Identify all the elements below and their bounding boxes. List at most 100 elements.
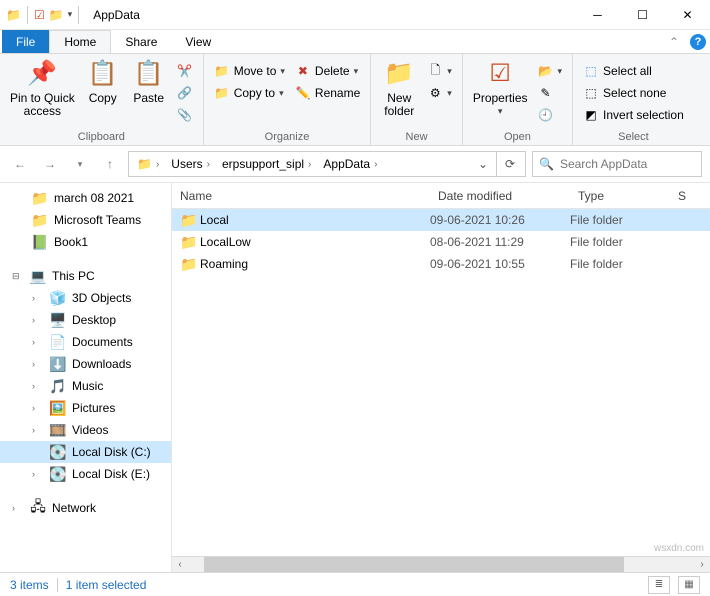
breadcrumb-root[interactable]: 📁› [131,152,165,176]
maximize-button[interactable]: ☐ [620,0,665,30]
properties-icon: ☑ [484,58,516,90]
file-row[interactable]: 📁 Local 09-06-2021 10:26 File folder [172,209,710,231]
search-input[interactable]: 🔍 Search AppData [532,151,702,177]
copy-to-button[interactable]: 📁Copy to▾ [210,82,289,104]
select-none-button[interactable]: ⬚Select none [579,82,688,104]
navigation-pane[interactable]: 📁march 08 2021📁Microsoft Teams📗Book1 ⊟💻T… [0,183,172,572]
nav-pc-item[interactable]: ›🎵Music [0,375,171,397]
select-all-button[interactable]: ⬚Select all [579,60,688,82]
edit-button[interactable]: ✎ [534,82,567,104]
nav-pc-item[interactable]: ›💽Local Disk (E:) [0,463,171,485]
delete-button[interactable]: ✖Delete▾ [291,60,364,82]
folder-icon: 📁 [172,256,192,273]
details-view-button[interactable]: ≣ [648,576,670,594]
copy-path-button[interactable]: 🔗 [173,82,197,104]
pin-icon: 📌 [26,58,58,90]
tab-view[interactable]: View [171,30,225,53]
file-row[interactable]: 📁 Roaming 09-06-2021 10:55 File folder [172,253,710,275]
history-button[interactable]: 🕘 [534,104,567,126]
open-button[interactable]: 📂▾ [534,60,567,82]
new-item-button[interactable]: 🗋▾ [423,60,456,82]
group-label-open: Open [469,129,566,145]
folder-icon: 📁 [6,8,21,22]
collapse-ribbon-button[interactable]: ⌃ [662,30,686,53]
watermark: wsxdn.com [654,543,704,554]
select-none-icon: ⬚ [583,85,599,101]
qat-checkbox[interactable]: ☑ [34,8,45,22]
move-to-button[interactable]: 📁Move to▾ [210,60,289,82]
up-button[interactable]: ↑ [98,152,122,176]
folder-icon: 📁 [49,8,64,22]
pin-to-quick-access-button[interactable]: 📌 Pin to Quick access [6,56,79,120]
breadcrumb-item[interactable]: Users› [165,152,216,176]
address-bar[interactable]: 📁› Users› erpsupport_sipl› AppData› ⌄ ⟳ [128,151,526,177]
nav-quick-item[interactable]: 📗Book1 [0,231,171,253]
nav-pc-item[interactable]: ›⬇️Downloads [0,353,171,375]
new-folder-icon: 📁 [383,58,415,90]
copy-button[interactable]: 📋 Copy [81,56,125,107]
nav-pc-item[interactable]: ›🖼️Pictures [0,397,171,419]
nav-pc-item[interactable]: ›🎞️Videos [0,419,171,441]
select-all-icon: ⬚ [583,63,599,79]
group-label-new: New [377,129,456,145]
search-placeholder: Search AppData [560,157,647,171]
rename-icon: ✏️ [295,85,311,101]
tab-file[interactable]: File [2,30,49,53]
column-header-type[interactable]: Type [570,189,670,203]
breadcrumb-item[interactable]: AppData› [317,152,383,176]
paste-icon: 📋 [133,58,165,90]
tab-share[interactable]: Share [111,30,171,53]
search-icon: 🔍 [539,157,554,171]
ribbon: 📌 Pin to Quick access 📋 Copy 📋 Paste ✂️ … [0,54,710,146]
file-row[interactable]: 📁 LocalLow 08-06-2021 11:29 File folder [172,231,710,253]
folder-icon: 📁 [172,212,192,229]
group-label-select: Select [579,129,688,145]
nav-pc-item[interactable]: ›📄Documents [0,331,171,353]
nav-pc-item[interactable]: ›🖥️Desktop [0,309,171,331]
group-label-organize: Organize [210,129,365,145]
nav-quick-item[interactable]: 📁Microsoft Teams [0,209,171,231]
group-label-clipboard: Clipboard [6,129,197,145]
path-icon: 🔗 [177,85,193,101]
rename-button[interactable]: ✏️Rename [291,82,364,104]
column-header-size[interactable]: S [670,189,710,203]
minimize-button[interactable]: ─ [575,0,620,30]
new-folder-button[interactable]: 📁 New folder [377,56,421,120]
column-header-name[interactable]: Name [172,189,430,203]
properties-button[interactable]: ☑ Properties▾ [469,56,532,119]
folder-icon: 📁 [172,234,192,251]
thumbnails-view-button[interactable]: ▦ [678,576,700,594]
refresh-button[interactable]: ⟳ [497,152,523,176]
nav-pc-item[interactable]: ›🧊3D Objects [0,287,171,309]
recent-locations-button[interactable]: ▾ [68,152,92,176]
paste-shortcut-button[interactable]: 📎 [173,104,197,126]
status-selected-count: 1 item selected [66,578,147,592]
scissors-icon: ✂️ [177,63,193,79]
easy-access-icon: ⚙ [427,85,443,101]
tab-home[interactable]: Home [49,30,111,53]
breadcrumb-item[interactable]: erpsupport_sipl› [216,152,317,176]
horizontal-scrollbar[interactable]: ‹› [172,556,710,572]
nav-this-pc[interactable]: ⊟💻This PC [0,265,171,287]
history-icon: 🕘 [538,107,554,123]
cut-button[interactable]: ✂️ [173,60,197,82]
nav-quick-item[interactable]: 📁march 08 2021 [0,187,171,209]
easy-access-button[interactable]: ⚙▾ [423,82,456,104]
back-button[interactable]: ← [8,152,32,176]
forward-button[interactable]: → [38,152,62,176]
column-header-date[interactable]: Date modified [430,189,570,203]
paste-button[interactable]: 📋 Paste [127,56,171,107]
nav-pc-item[interactable]: 💽Local Disk (C:) [0,441,171,463]
status-item-count: 3 items [10,578,49,592]
help-button[interactable]: ? [686,30,710,53]
invert-selection-button[interactable]: ◩Invert selection [579,104,688,126]
new-item-icon: 🗋 [427,63,443,79]
address-dropdown[interactable]: ⌄ [470,152,496,176]
invert-icon: ◩ [583,107,599,123]
nav-network[interactable]: ›🖧Network [0,497,171,519]
qat-dropdown[interactable]: ▾ [68,9,73,20]
moveto-icon: 📁 [214,63,230,79]
delete-icon: ✖ [295,63,311,79]
window-title: AppData [87,8,575,22]
close-button[interactable]: ✕ [665,0,710,30]
